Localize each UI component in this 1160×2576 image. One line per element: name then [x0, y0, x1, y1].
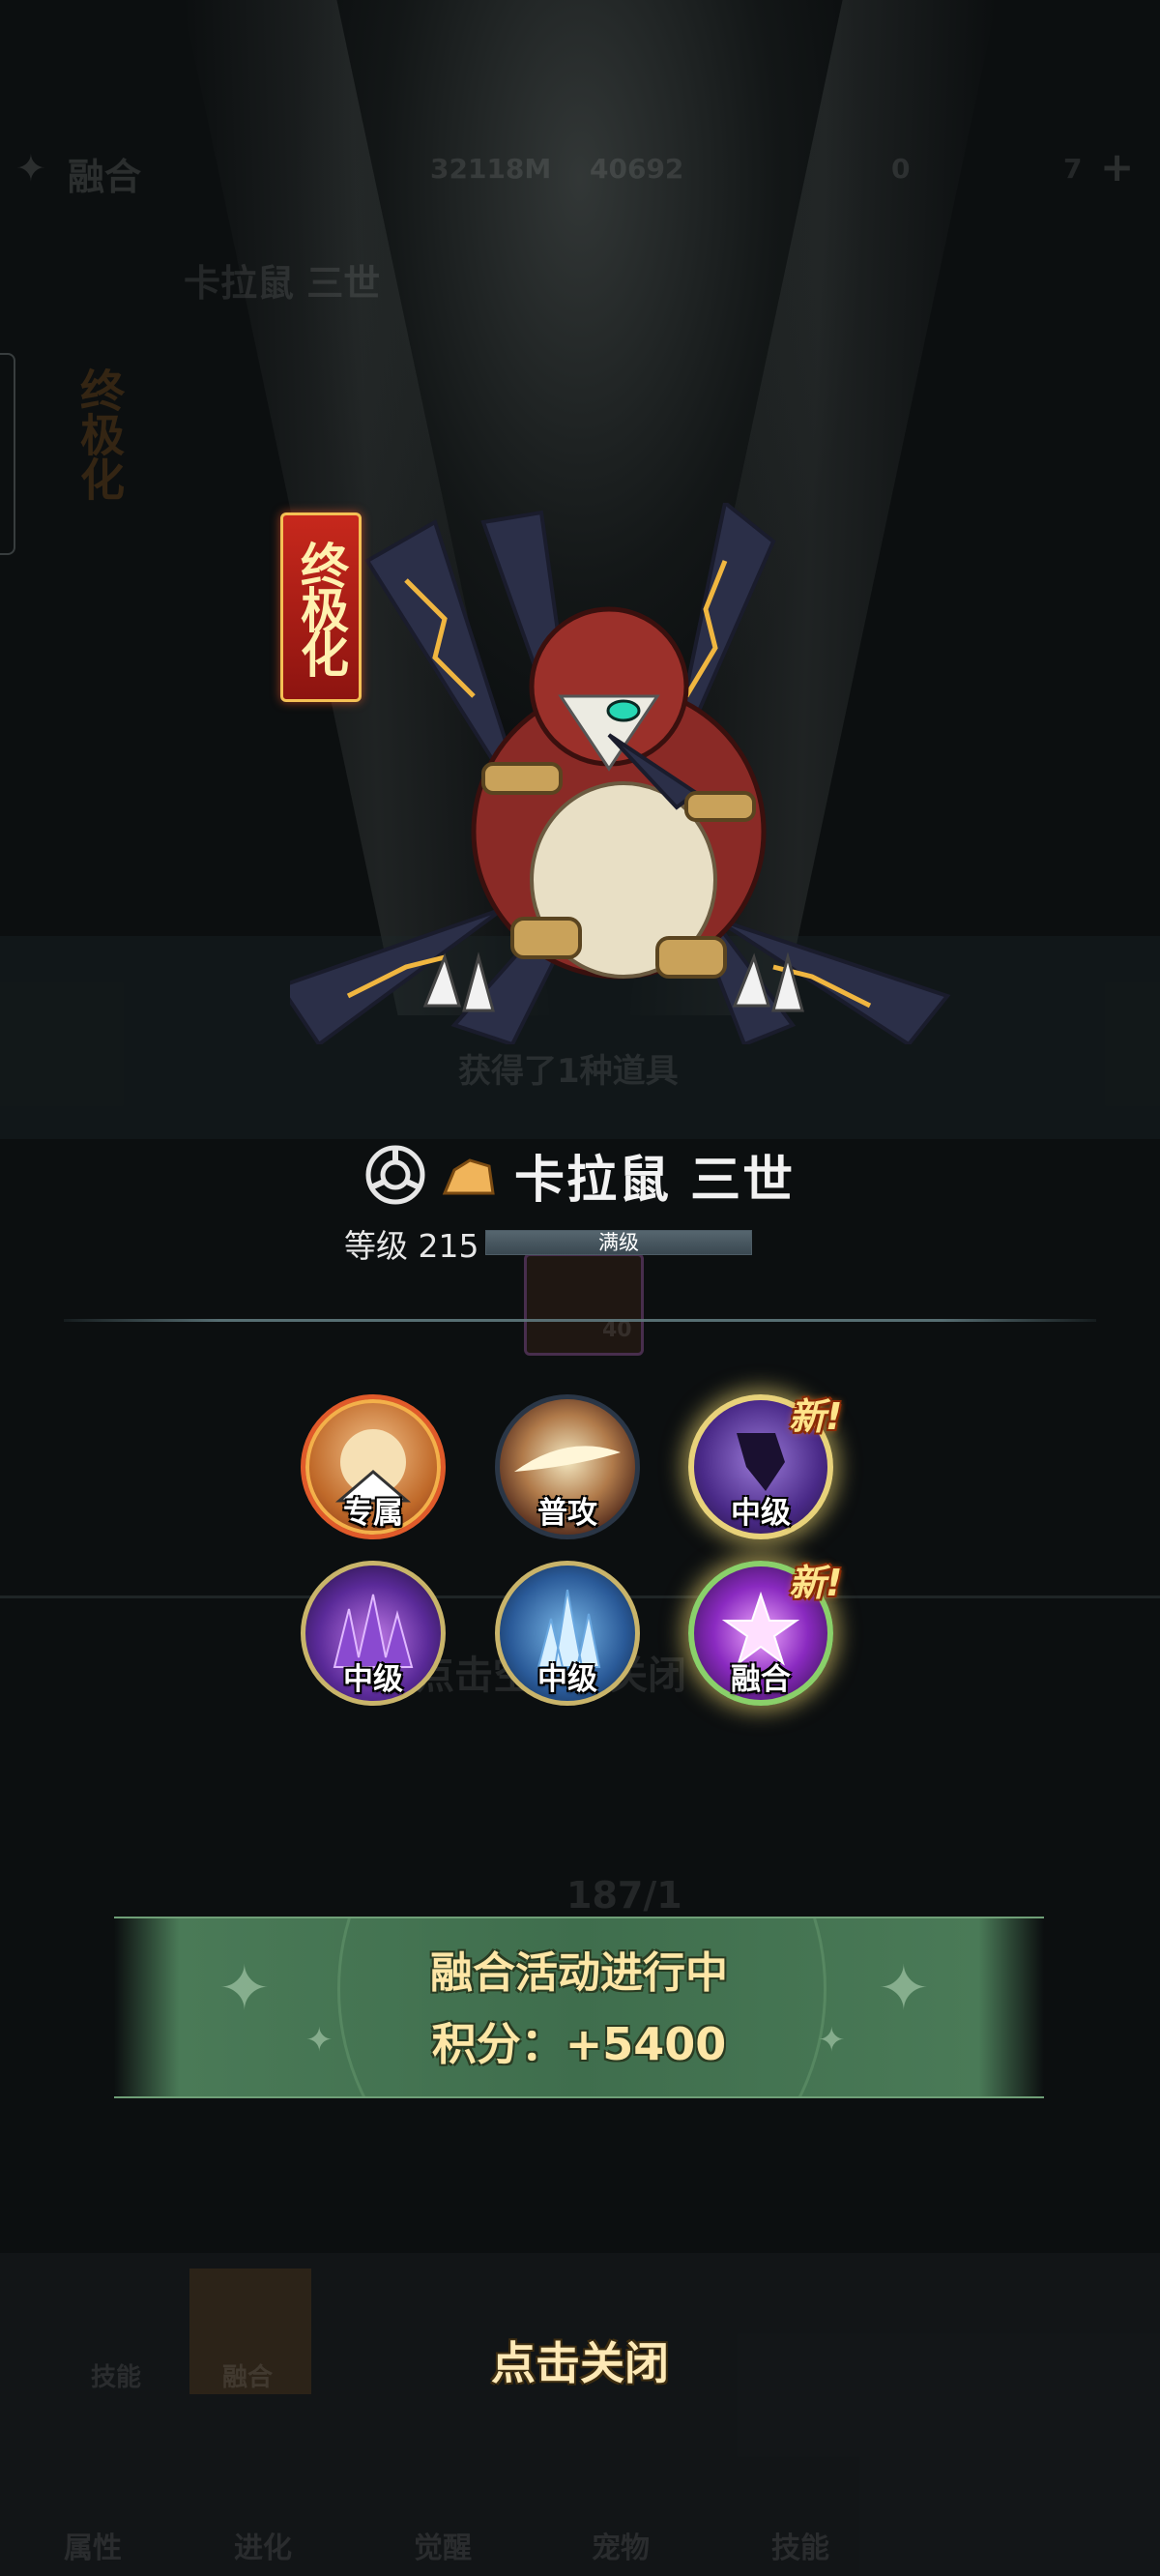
fusion-mode-icon: ✦ — [15, 147, 46, 190]
skill-fusion[interactable]: 融合 新! — [688, 1561, 842, 1706]
bg-reward-item: 40 — [524, 1253, 644, 1356]
skill-label: 普攻 — [537, 1496, 597, 1531]
bg-top-bar: ✦ 融合 32118M 40692 0 7 + — [0, 135, 1160, 199]
monster-illustration — [290, 503, 951, 1044]
divider — [64, 1319, 1096, 1322]
class-icon — [442, 1158, 495, 1195]
add-icon: + — [1100, 143, 1135, 190]
skill-mid-3[interactable]: 中级 — [495, 1561, 640, 1706]
hero-name-row: 卡拉鼠 三世 — [363, 1141, 796, 1210]
bg-hero-tier: 终极化 — [73, 367, 126, 501]
skill-label: 中级 — [537, 1662, 597, 1697]
skill-label: 专属 — [343, 1496, 403, 1531]
skill-label: 中级 — [731, 1496, 791, 1531]
skill-label: 融合 — [731, 1662, 791, 1697]
bg-nav-attr: 属性 — [64, 2532, 122, 2565]
bg-currency-2: 40692 — [590, 153, 684, 185]
level-bar: 满级 — [485, 1230, 752, 1255]
bg-side-handle — [0, 353, 15, 555]
bg-nav-evolve: 进化 — [234, 2532, 292, 2565]
bg-nav-skill: 技能 — [771, 2532, 829, 2565]
fusion-event-banner: ✦ ✦ ✦ ✦ 融合活动进行中 积分：+5400 — [114, 1917, 1044, 2098]
skill-exclusive[interactable]: 专属 — [301, 1394, 446, 1539]
bg-gem-count: 0 — [891, 153, 911, 185]
bg-reward-text: 获得了1种道具 — [458, 1052, 679, 1091]
bg-hero-name: 卡拉鼠 三世 — [184, 262, 381, 305]
new-badge: 新! — [789, 1395, 843, 1438]
bg-mode-label: 融合 — [68, 156, 142, 198]
level-status: 满级 — [598, 1231, 639, 1254]
bg-bottom-nav: 属性 进化 觉醒 宠物 技能 — [0, 2408, 1160, 2576]
hero-name: 卡拉鼠 三世 — [514, 1151, 796, 1210]
bg-progress-text: 187/1 — [566, 1874, 682, 1917]
close-button[interactable]: 点击关闭 — [0, 2328, 1160, 2392]
bg-nav-pet: 宠物 — [592, 2532, 650, 2565]
bg-nav-awaken: 觉醒 — [414, 2532, 472, 2565]
tier-badge: 终极化 — [280, 512, 362, 702]
skill-mid-1[interactable]: 中级 新! — [688, 1394, 842, 1539]
skill-mid-2[interactable]: 中级 — [301, 1561, 446, 1706]
bg-currency-1: 32118M — [430, 153, 552, 185]
faction-icon — [365, 1145, 425, 1205]
new-badge: 新! — [789, 1562, 843, 1604]
monster-eye — [606, 699, 641, 722]
level-label: 等级 215 — [344, 1227, 479, 1265]
event-score: 积分：+5400 — [431, 2018, 727, 2070]
skill-label: 中级 — [343, 1662, 403, 1697]
skill-normal-attack[interactable]: 普攻 — [495, 1394, 640, 1539]
bg-ticket-count: 7 — [1063, 153, 1083, 185]
event-title: 融合活动进行中 — [430, 1948, 728, 1998]
